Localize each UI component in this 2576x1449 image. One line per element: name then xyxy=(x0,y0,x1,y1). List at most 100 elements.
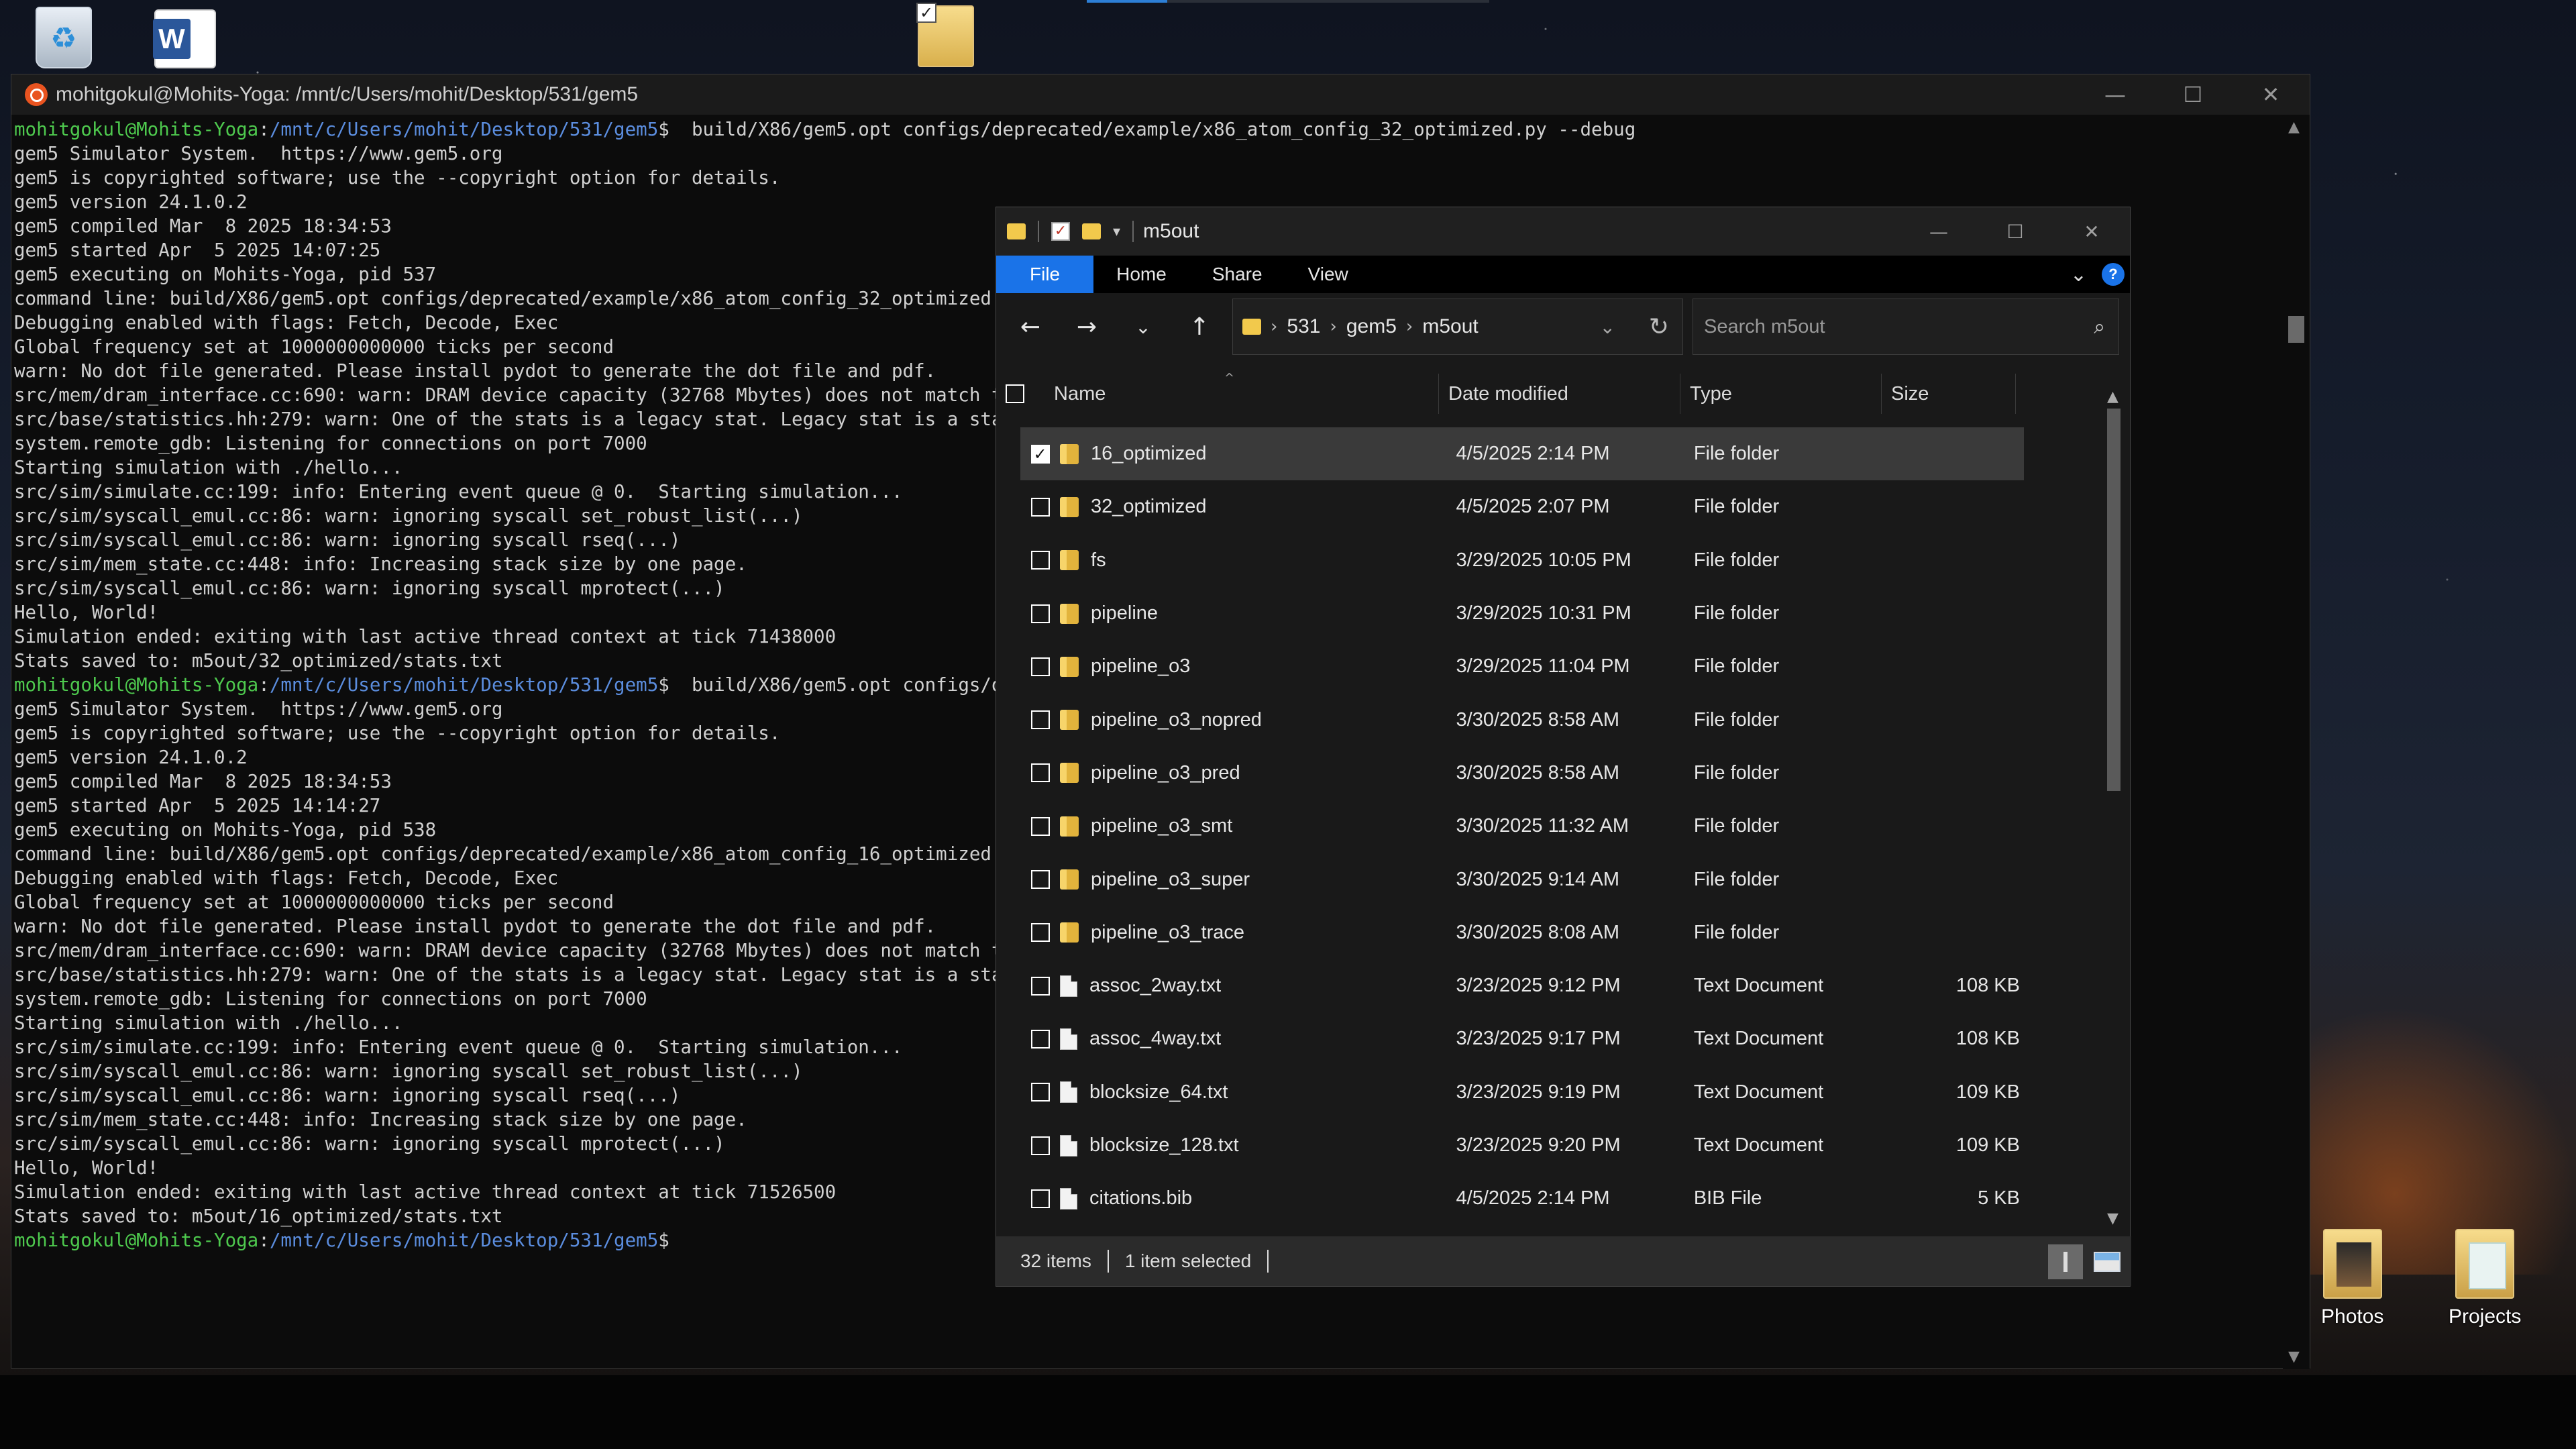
file-row[interactable]: 32_optimized 4/5/2025 2:07 PM File folder xyxy=(1020,480,2024,533)
row-checkbox[interactable] xyxy=(1030,923,1050,943)
file-list-scrollbar[interactable]: ▲ ▼ xyxy=(2100,388,2127,1227)
file-row[interactable]: pipeline_o3_smt 3/30/2025 11:32 AM File fo… xyxy=(1020,800,2024,853)
row-checkbox[interactable] xyxy=(1030,1189,1050,1208)
details-view-icon[interactable] xyxy=(2048,1244,2083,1279)
file-row[interactable]: pipeline 3/29/2025 10:31 PM File folder xyxy=(1020,587,2024,640)
file-name-cell: pipeline_o3_nopred xyxy=(1060,709,1456,731)
tab-file[interactable]: File xyxy=(996,256,1094,293)
forward-arrow-icon[interactable]: → xyxy=(1063,303,1110,350)
recent-locations-chevron-icon[interactable]: ⌄ xyxy=(1120,303,1167,350)
breadcrumb-m5out[interactable]: m5out xyxy=(1422,315,1478,338)
breadcrumb-531[interactable]: 531 xyxy=(1287,315,1320,338)
terminal-titlebar[interactable]: mohitgokul@Mohits-Yoga: /mnt/c/Users/moh… xyxy=(11,74,2310,115)
refresh-icon[interactable]: ↻ xyxy=(1649,313,1669,341)
column-label: Size xyxy=(1891,382,1929,405)
scroll-up-icon[interactable]: ▲ xyxy=(2107,388,2118,405)
large-icons-view-icon[interactable] xyxy=(2090,1244,2125,1279)
folder-icon xyxy=(1060,922,1079,943)
file-row[interactable]: pipeline_o3_pred 3/30/2025 8:58 AM File fo… xyxy=(1020,747,2024,800)
minimize-button[interactable]: — xyxy=(2076,74,2154,115)
quick-access-toolbar: ✓ ▾ xyxy=(1007,221,1134,242)
terminal-scrollbar[interactable]: ▲ ▼ xyxy=(2283,115,2310,1369)
search-icon[interactable]: ⌕ xyxy=(2094,315,2105,339)
file-row[interactable]: pipeline_o3_trace 3/30/2025 8:08 AM File f… xyxy=(1020,906,2024,959)
customize-toolbar-icon[interactable]: ▾ xyxy=(1113,223,1120,240)
desktop-folder-icon[interactable]: ✓ xyxy=(916,3,974,67)
row-checkbox[interactable] xyxy=(1030,551,1050,570)
file-row[interactable]: blocksize_64.txt 3/23/2025 9:19 PM Text Do… xyxy=(1020,1066,2024,1119)
maximize-button[interactable]: ☐ xyxy=(1977,207,2053,256)
file-row[interactable]: pipeline_o3_nopred 3/30/2025 8:58 AM File … xyxy=(1020,693,2024,746)
column-label: Date modified xyxy=(1448,382,1568,405)
row-checkbox[interactable] xyxy=(1030,976,1050,996)
close-button[interactable]: ✕ xyxy=(2053,207,2130,256)
select-all-cell xyxy=(996,374,1036,414)
address-dropdown-icon[interactable]: ⌄ xyxy=(1600,316,1615,338)
up-arrow-icon[interactable]: ↑ xyxy=(1176,303,1223,350)
row-checkbox[interactable] xyxy=(1030,816,1050,836)
file-type: File folder xyxy=(1693,602,1780,625)
scrollbar-thumb[interactable] xyxy=(2288,316,2304,343)
back-arrow-icon[interactable]: ← xyxy=(1007,303,1054,350)
file-name: pipeline_o3_trace xyxy=(1091,921,1245,943)
chevron-right-icon[interactable]: › xyxy=(1330,317,1336,337)
chevron-right-icon[interactable]: › xyxy=(1406,317,1413,337)
file-row[interactable]: assoc_2way.txt 3/23/2025 9:12 PM Text Docu… xyxy=(1020,959,2024,1012)
file-row[interactable]: fs 3/29/2025 10:05 PM File folder xyxy=(1020,534,2024,587)
select-all-checkbox[interactable] xyxy=(1006,384,1024,403)
file-row[interactable]: citations.bib 4/5/2025 2:14 PM BIB File 5 K… xyxy=(1020,1172,2024,1225)
row-checkbox[interactable] xyxy=(1030,763,1050,783)
desktop-icon-photos[interactable]: Photos xyxy=(2321,1229,2383,1328)
explorer-titlebar[interactable]: ✓ ▾ m5out — ☐ ✕ xyxy=(996,207,2130,256)
terminal-line: mohitgokul@Mohits-Yoga:/mnt/c/Users/mohi… xyxy=(14,117,2276,142)
file-date: 3/30/2025 11:32 AM xyxy=(1456,815,1629,837)
file-explorer-window[interactable]: ✓ ▾ m5out — ☐ ✕ File Home Share View ⌄ ?… xyxy=(996,207,2131,1287)
properties-icon[interactable]: ✓ xyxy=(1051,222,1070,241)
file-name: 32_optimized xyxy=(1091,496,1207,518)
file-row[interactable]: pipeline_o3 3/29/2025 11:04 PM File folder xyxy=(1020,640,2024,693)
maximize-button[interactable]: ☐ xyxy=(2154,74,2232,115)
close-button[interactable]: ✕ xyxy=(2232,74,2310,115)
expand-ribbon-icon[interactable]: ⌄ xyxy=(2070,263,2087,286)
column-header-date[interactable]: Date modified xyxy=(1439,374,1680,414)
help-icon[interactable]: ? xyxy=(2102,263,2125,286)
desktop-icon-projects[interactable]: Projects xyxy=(2449,1229,2521,1328)
row-checkbox[interactable] xyxy=(1030,497,1050,517)
minimize-button[interactable]: — xyxy=(1900,207,1977,256)
file-row[interactable]: ✓ 16_optimized 4/5/2025 2:14 PM File folder xyxy=(1020,427,2024,481)
file-row[interactable]: blocksize_128.txt 3/23/2025 9:20 PM Text D… xyxy=(1020,1119,2024,1172)
column-header-row: Name ^ Date modified Type Size xyxy=(996,360,2131,427)
tab-view[interactable]: View xyxy=(1285,256,1371,293)
file-row[interactable]: pipeline_o3_super 3/30/2025 9:14 AM File f… xyxy=(1020,853,2024,906)
scroll-down-icon[interactable]: ▼ xyxy=(2288,1348,2300,1365)
file-date: 3/29/2025 10:05 PM xyxy=(1456,549,1631,571)
word-icon[interactable]: W xyxy=(153,9,216,68)
row-checkbox[interactable]: ✓ xyxy=(1030,444,1050,464)
folder-icon xyxy=(1060,869,1079,890)
file-name: pipeline_o3_nopred xyxy=(1091,708,1262,731)
row-checkbox[interactable] xyxy=(1030,657,1050,676)
column-header-size[interactable]: Size xyxy=(1882,374,2016,414)
row-checkbox[interactable] xyxy=(1030,710,1050,730)
file-list: Name ^ Date modified Type Size ✓ 16_optim… xyxy=(996,360,2131,1227)
column-header-type[interactable]: Type xyxy=(1680,374,1882,414)
chevron-right-icon[interactable]: › xyxy=(1271,317,1277,337)
row-checkbox[interactable] xyxy=(1030,1083,1050,1102)
tab-share[interactable]: Share xyxy=(1189,256,1285,293)
search-input[interactable]: Search m5out ⌕ xyxy=(1693,299,2119,355)
row-checkbox[interactable] xyxy=(1030,604,1050,623)
row-checkbox[interactable] xyxy=(1030,1029,1050,1049)
file-name-cell: fs xyxy=(1060,549,1456,572)
row-checkbox[interactable] xyxy=(1030,1136,1050,1155)
tab-home[interactable]: Home xyxy=(1093,256,1189,293)
scroll-down-icon[interactable]: ▼ xyxy=(2107,1210,2118,1227)
recycle-bin-icon[interactable] xyxy=(27,7,101,74)
breadcrumb-gem5[interactable]: gem5 xyxy=(1346,315,1397,338)
scroll-up-icon[interactable]: ▲ xyxy=(2288,119,2300,136)
new-folder-icon[interactable] xyxy=(1082,223,1101,239)
file-row[interactable]: assoc_4way.txt 3/23/2025 9:17 PM Text Docu… xyxy=(1020,1012,2024,1065)
row-checkbox[interactable] xyxy=(1030,870,1050,890)
address-bar[interactable]: › 531 › gem5 › m5out ⌄ ↻ xyxy=(1232,299,1683,355)
column-header-name[interactable]: Name xyxy=(1036,374,1439,414)
scrollbar-thumb[interactable] xyxy=(2107,409,2121,791)
